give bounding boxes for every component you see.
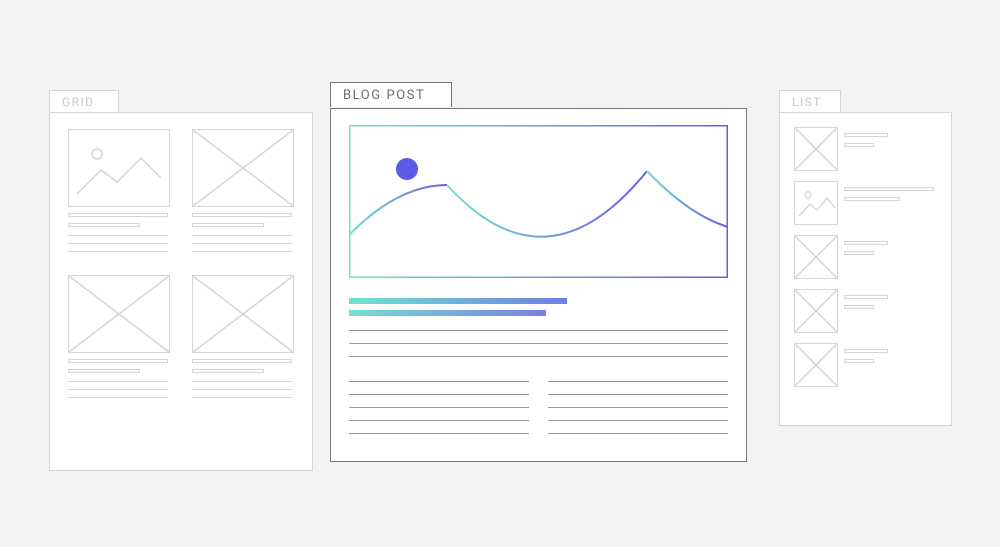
col-rule <box>349 394 529 395</box>
blog-post-panel <box>330 108 747 462</box>
grid-thumb-4 <box>192 275 294 353</box>
grid-caption <box>192 251 292 252</box>
body-rule <box>349 356 728 357</box>
list-panel <box>779 112 952 426</box>
list-line <box>844 133 888 137</box>
list-line <box>844 241 888 245</box>
body-rule <box>349 343 728 344</box>
col-rule <box>349 420 529 421</box>
list-line <box>844 349 888 353</box>
grid-caption <box>192 359 292 363</box>
headline-bar-1 <box>349 298 567 304</box>
grid-caption <box>192 369 264 373</box>
grid-caption <box>68 251 168 252</box>
list-line <box>844 143 874 147</box>
layout-diagram: GRID <box>0 0 1000 547</box>
list-line <box>844 305 874 309</box>
list-line <box>844 197 900 201</box>
grid-thumb-2 <box>192 129 294 207</box>
list-line <box>844 251 874 255</box>
grid-caption <box>68 243 168 244</box>
grid-caption <box>68 381 168 382</box>
body-rule <box>349 330 728 331</box>
grid-caption <box>68 369 140 373</box>
grid-thumb-3 <box>68 275 170 353</box>
grid-caption <box>68 235 168 236</box>
list-thumb <box>794 343 838 387</box>
grid-caption <box>68 223 140 227</box>
grid-caption <box>68 389 168 390</box>
col-rule <box>548 394 728 395</box>
grid-caption <box>192 223 264 227</box>
grid-caption <box>192 213 292 217</box>
grid-caption <box>68 213 168 217</box>
col-rule <box>548 420 728 421</box>
grid-tab-label: GRID <box>49 90 119 112</box>
list-thumb <box>794 289 838 333</box>
col-rule <box>548 381 728 382</box>
grid-caption <box>68 359 168 363</box>
grid-caption <box>192 381 292 382</box>
grid-caption <box>192 389 292 390</box>
list-line <box>844 359 874 363</box>
grid-caption <box>192 243 292 244</box>
grid-caption <box>68 397 168 398</box>
col-rule <box>349 381 529 382</box>
list-line <box>844 295 888 299</box>
list-thumb <box>794 181 838 225</box>
grid-thumb-1 <box>68 129 170 207</box>
blog-tab-label: BLOG POST <box>330 82 452 107</box>
grid-panel <box>49 112 313 471</box>
col-rule <box>349 433 529 434</box>
list-tab-label: LIST <box>779 90 841 112</box>
list-line <box>844 187 934 191</box>
hero-illustration <box>349 125 728 278</box>
grid-caption <box>192 397 292 398</box>
col-rule <box>548 433 728 434</box>
grid-caption <box>192 235 292 236</box>
list-thumb <box>794 235 838 279</box>
list-thumb <box>794 127 838 171</box>
col-rule <box>349 407 529 408</box>
col-rule <box>548 407 728 408</box>
headline-bar-2 <box>349 310 546 316</box>
